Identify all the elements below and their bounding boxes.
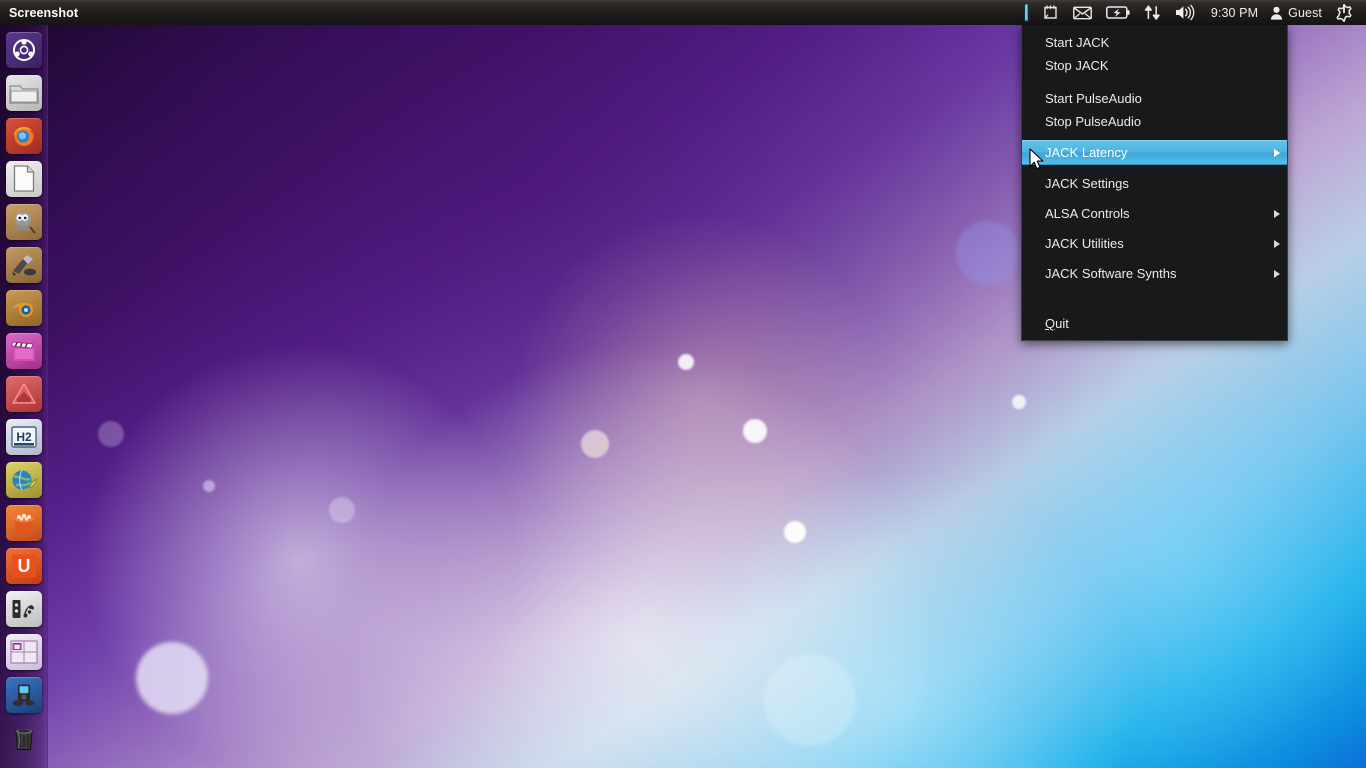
launcher-item-devices[interactable] <box>0 673 48 716</box>
submenu-arrow-icon <box>1274 239 1280 248</box>
volume-speaker-icon <box>1175 4 1196 21</box>
jack-meter-icon <box>1023 3 1030 22</box>
svg-text:U: U <box>18 556 31 576</box>
battery-charging-icon <box>1105 6 1130 19</box>
menu-item-start-jack-label: Start JACK <box>1045 35 1110 50</box>
launcher-item-files[interactable] <box>0 71 48 114</box>
unity-launcher: H2 U <box>0 25 48 768</box>
network-updown-icon <box>1144 4 1161 21</box>
clock-indicator[interactable]: 9:30 PM <box>1203 0 1266 25</box>
battery-indicator[interactable] <box>1099 0 1137 25</box>
clock-time-label: 9:30 PM <box>1210 5 1259 20</box>
panel-app-title: Screenshot <box>9 5 79 20</box>
bluetooth-indicator[interactable] <box>1035 0 1066 25</box>
sound-indicator[interactable] <box>1168 0 1203 25</box>
hydrogen-h2-icon: H2 <box>10 425 38 449</box>
blender-icon <box>10 296 38 320</box>
quit-label-rest: uit <box>1055 316 1069 331</box>
folder-icon <box>9 81 39 105</box>
power-cog-icon <box>1335 3 1353 22</box>
power-indicator[interactable] <box>1328 0 1360 25</box>
launcher-item-libreoffice-writer[interactable] <box>0 157 48 200</box>
menu-item-jack-latency-label: JACK Latency <box>1045 145 1128 160</box>
menu-item-jack-settings[interactable]: JACK Settings <box>1022 172 1287 195</box>
menu-item-start-jack[interactable]: Start JACK <box>1022 31 1287 54</box>
gimp-wilber-icon <box>10 209 38 235</box>
menu-item-stop-jack[interactable]: Stop JACK <box>1022 54 1287 77</box>
inkscape-pencil-icon <box>10 253 38 277</box>
user-icon <box>1270 6 1283 20</box>
submenu-arrow-icon <box>1274 209 1280 218</box>
panel-indicator-area: 9:30 PM Guest <box>1015 0 1366 25</box>
workspace-grid-icon <box>10 639 38 664</box>
menu-separator <box>1022 77 1287 87</box>
submenu-arrow-icon <box>1274 269 1280 278</box>
gnome-sound-icon <box>10 597 38 621</box>
jack-indicator-menu: Start JACK Stop JACK Start PulseAudio Stop … <box>1021 25 1288 341</box>
menu-separator-before-quit <box>1022 285 1287 312</box>
ubuntu-logo-icon <box>12 38 36 62</box>
launcher-item-trash[interactable] <box>0 716 48 759</box>
menu-item-jack-software-synths-label: JACK Software Synths <box>1045 266 1177 281</box>
audacity-waveform-icon <box>10 382 38 406</box>
menu-separator <box>1022 165 1287 172</box>
session-user-label: Guest <box>1288 5 1322 20</box>
launcher-item-audacity[interactable] <box>0 372 48 415</box>
menu-separator <box>1022 255 1287 262</box>
launcher-item-inkscape[interactable] <box>0 243 48 286</box>
menu-item-start-pulseaudio-label: Start PulseAudio <box>1045 91 1142 106</box>
menu-item-jack-settings-label: JACK Settings <box>1045 176 1129 191</box>
envelope-icon <box>1072 6 1092 20</box>
launcher-item-gimp[interactable] <box>0 200 48 243</box>
submenu-arrow-icon <box>1274 148 1280 157</box>
menu-item-quit[interactable]: Quit <box>1022 312 1287 335</box>
menu-separator <box>1022 133 1287 140</box>
jack-indicator[interactable] <box>1015 0 1035 25</box>
network-indicator[interactable] <box>1137 0 1168 25</box>
menu-item-stop-pulseaudio-label: Stop PulseAudio <box>1045 114 1142 129</box>
desktop-screen: Screenshot 9:30 PM Guest H2 U Start JACK… <box>0 0 1366 768</box>
media-device-icon <box>10 683 38 707</box>
quit-mnemonic: Q <box>1045 316 1056 331</box>
menu-item-stop-jack-label: Stop JACK <box>1045 58 1109 73</box>
top-panel: Screenshot 9:30 PM Guest <box>0 0 1366 25</box>
launcher-item-hydrogen[interactable]: H2 <box>0 415 48 458</box>
messaging-indicator[interactable] <box>1066 0 1099 25</box>
svg-text:H2: H2 <box>16 430 32 444</box>
menu-separator <box>1022 225 1287 232</box>
session-indicator[interactable]: Guest <box>1266 0 1328 25</box>
launcher-item-firefox[interactable] <box>0 114 48 157</box>
clapperboard-icon <box>10 339 38 363</box>
launcher-item-sound-recorder[interactable] <box>0 587 48 630</box>
firefox-icon <box>10 122 38 150</box>
launcher-item-workspace-switcher[interactable] <box>0 630 48 673</box>
launcher-item-drum-app[interactable] <box>0 501 48 544</box>
menu-item-start-pulseaudio[interactable]: Start PulseAudio <box>1022 87 1287 110</box>
menu-item-stop-pulseaudio[interactable]: Stop PulseAudio <box>1022 110 1287 133</box>
document-icon <box>13 165 35 192</box>
globe-feather-icon <box>10 467 38 493</box>
launcher-item-globe-app[interactable] <box>0 458 48 501</box>
menu-item-jack-latency[interactable]: JACK Latency <box>1022 140 1287 165</box>
launcher-item-blender[interactable] <box>0 286 48 329</box>
menu-item-jack-utilities-label: JACK Utilities <box>1045 236 1124 251</box>
ubuntu-studio-u-icon: U <box>10 553 38 579</box>
menu-item-alsa-controls-label: ALSA Controls <box>1045 206 1130 221</box>
launcher-item-video-editor[interactable] <box>0 329 48 372</box>
menu-item-jack-utilities[interactable]: JACK Utilities <box>1022 232 1287 255</box>
trash-bin-icon <box>10 724 38 752</box>
menu-item-jack-software-synths[interactable]: JACK Software Synths <box>1022 262 1287 285</box>
drum-bucket-icon <box>10 511 38 535</box>
launcher-item-ubuntu-studio-controls[interactable]: U <box>0 544 48 587</box>
menu-item-alsa-controls[interactable]: ALSA Controls <box>1022 202 1287 225</box>
launcher-item-dash-home[interactable] <box>0 28 48 71</box>
notepad-icon <box>1042 4 1059 21</box>
menu-separator <box>1022 195 1287 202</box>
